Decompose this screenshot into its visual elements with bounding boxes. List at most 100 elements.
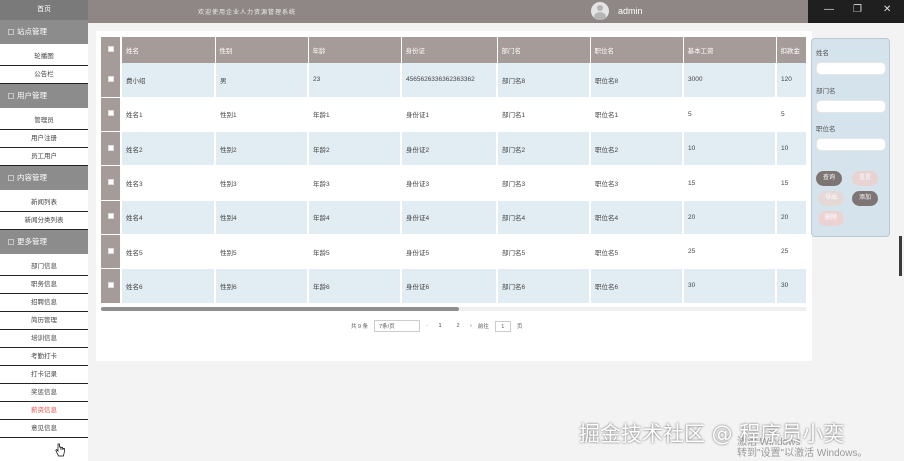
delete-button[interactable]: 删除 <box>818 211 844 226</box>
checkbox-box <box>107 75 114 82</box>
sidebar-group-content[interactable]: 内容管理 <box>0 166 88 190</box>
sidebar-item-carousel[interactable]: 轮播图 <box>0 48 88 66</box>
select-all-checkbox[interactable] <box>101 37 122 63</box>
table-cell: 120 <box>776 63 806 98</box>
sidebar-item-admin[interactable]: 管理员 <box>0 112 88 130</box>
sidebar-item-reward[interactable]: 奖惩信息 <box>0 384 88 402</box>
next-page-button[interactable]: › <box>470 323 472 329</box>
pagination: 共 9 条 7条/页 ‹ 1 2 › 前往 1 页 <box>351 320 522 332</box>
row-checkbox[interactable] <box>101 131 122 167</box>
column-header[interactable]: 部门名 <box>497 37 591 63</box>
avatar[interactable] <box>591 2 609 20</box>
column-header[interactable]: 年龄 <box>308 37 402 63</box>
column-header[interactable]: 职位名 <box>590 37 684 63</box>
table-cell: 5 <box>776 97 806 133</box>
sidebar-group-label: 更多管理 <box>17 237 47 246</box>
sidebar-item-employee[interactable]: 员工用户 <box>0 148 88 166</box>
add-button[interactable]: 添加 <box>852 191 878 206</box>
sidebar-group-site[interactable]: 站点管理 <box>0 20 88 44</box>
avatar-body <box>594 12 606 20</box>
total-count: 共 9 条 <box>351 324 369 330</box>
checkbox-box <box>107 46 114 52</box>
maximize-icon[interactable]: ❐ <box>853 4 862 15</box>
table-row[interactable]: 姓名4 性别4 年龄4 身份证4 部门名4 职位名4 20 20 <box>101 200 806 235</box>
export-button[interactable]: 导出 <box>818 191 844 206</box>
folder-icon <box>8 29 14 35</box>
minimize-icon[interactable]: — <box>824 4 834 15</box>
table-cell: 性别6 <box>215 268 309 304</box>
sidebar-item-attendance[interactable]: 考勤打卡 <box>0 348 88 366</box>
sidebar-item-feedback[interactable]: 意见信息 <box>0 420 88 438</box>
sidebar-item-resume[interactable]: 简历管理 <box>0 312 88 330</box>
column-header[interactable]: 姓名 <box>121 37 216 63</box>
column-header[interactable]: 性别 <box>215 37 309 63</box>
checkbox-box <box>107 110 114 117</box>
table-row[interactable]: 姓名1 性别1 年龄1 身份证1 部门名1 职位名1 5 5 <box>101 97 806 133</box>
column-header[interactable]: 扣款金 <box>776 37 806 63</box>
table-row[interactable]: 姓名6 性别6 年龄6 身份证6 部门名6 职位名6 30 30 <box>101 268 806 304</box>
column-header[interactable]: 身份证 <box>401 37 498 63</box>
horizontal-scrollbar[interactable] <box>101 307 806 311</box>
table-cell: 姓名3 <box>121 165 216 201</box>
dept-input[interactable] <box>816 100 886 113</box>
close-icon[interactable]: ✕ <box>883 4 891 15</box>
row-checkbox[interactable] <box>101 234 122 270</box>
row-checkbox[interactable] <box>101 63 122 98</box>
checkbox-box <box>107 144 114 151</box>
table-cell: 部门名8 <box>497 63 591 98</box>
table-cell: 15 <box>776 165 806 201</box>
row-checkbox[interactable] <box>101 165 122 201</box>
table-cell: 费小绍 <box>121 63 216 98</box>
page-number[interactable]: 1 <box>434 323 446 329</box>
sidebar-item-news[interactable]: 新闻列表 <box>0 194 88 212</box>
sidebar-item-recruit[interactable]: 招聘信息 <box>0 294 88 312</box>
sidebar-group-label: 站点管理 <box>17 27 47 36</box>
sidebar-group-users[interactable]: 用户管理 <box>0 84 88 108</box>
table-cell: 20 <box>776 200 806 235</box>
sidebar-item-salary[interactable]: 薪资信息 <box>0 402 88 420</box>
scrollbar-thumb[interactable] <box>101 307 459 311</box>
sidebar-item-department[interactable]: 部门信息 <box>0 258 88 276</box>
table-row[interactable]: 姓名5 性别5 年龄5 身份证5 部门名5 职位名5 25 25 <box>101 234 806 270</box>
name-input[interactable] <box>816 62 886 75</box>
table-row[interactable]: 姓名3 性别3 年龄3 身份证3 部门名3 职位名3 15 15 <box>101 165 806 201</box>
column-header[interactable]: 基本工资 <box>683 37 777 63</box>
page-size-select[interactable]: 7条/页 <box>374 320 421 332</box>
reset-button[interactable]: 重置 <box>852 171 878 186</box>
position-input[interactable] <box>816 138 886 151</box>
page-number[interactable]: 2 <box>452 323 464 329</box>
table-cell: 25 <box>776 234 806 270</box>
sidebar-item-register[interactable]: 用户注册 <box>0 130 88 148</box>
table-cell: 年龄1 <box>308 97 402 133</box>
table-cell: 姓名2 <box>121 131 216 167</box>
row-checkbox[interactable] <box>101 268 122 304</box>
goto-page-input[interactable]: 1 <box>494 320 511 332</box>
username[interactable]: admin <box>618 6 643 16</box>
sidebar-item-notice[interactable]: 公告栏 <box>0 66 88 84</box>
table-cell: 姓名4 <box>121 200 216 235</box>
table-cell: 身份证5 <box>401 234 498 270</box>
table-cell: 身份证1 <box>401 97 498 133</box>
table-cell: 性别3 <box>215 165 309 201</box>
table-cell: 身份证2 <box>401 131 498 167</box>
table-cell: 年龄2 <box>308 131 402 167</box>
row-checkbox[interactable] <box>101 97 122 133</box>
data-table: 姓名 性别 年龄 身份证 部门名 职位名 基本工资 扣款金 费小绍男 23 4565… <box>101 37 806 309</box>
sidebar-item-training[interactable]: 培训信息 <box>0 330 88 348</box>
sidebar-group-more[interactable]: 更多管理 <box>0 230 88 254</box>
sidebar-item-punch-record[interactable]: 打卡记录 <box>0 366 88 384</box>
table-row[interactable]: 费小绍男 23 4565626336362363362 部门名8 职位名8 3000 120 <box>101 63 806 98</box>
watermark: 掘金技术社区 @ 程序员小奕 <box>579 422 845 446</box>
goto-suffix: 页 <box>516 324 523 330</box>
search-button[interactable]: 查询 <box>816 171 842 186</box>
table-cell: 25 <box>683 234 777 270</box>
table-cell: 部门名1 <box>497 97 591 133</box>
row-checkbox[interactable] <box>101 200 122 235</box>
position-label: 职位名 <box>816 126 836 133</box>
table-row[interactable]: 姓名2 性别2 年龄2 身份证2 部门名2 职位名2 10 10 <box>101 131 806 167</box>
sidebar-item-position[interactable]: 职务信息 <box>0 276 88 294</box>
prev-page-button[interactable]: ‹ <box>426 323 428 329</box>
search-panel: 姓名 部门名 职位名 查询 重置 导出 添加 删除 <box>811 38 890 237</box>
sidebar-item-news-category[interactable]: 新闻分类列表 <box>0 212 88 230</box>
sidebar-home[interactable]: 首页 <box>0 0 88 20</box>
